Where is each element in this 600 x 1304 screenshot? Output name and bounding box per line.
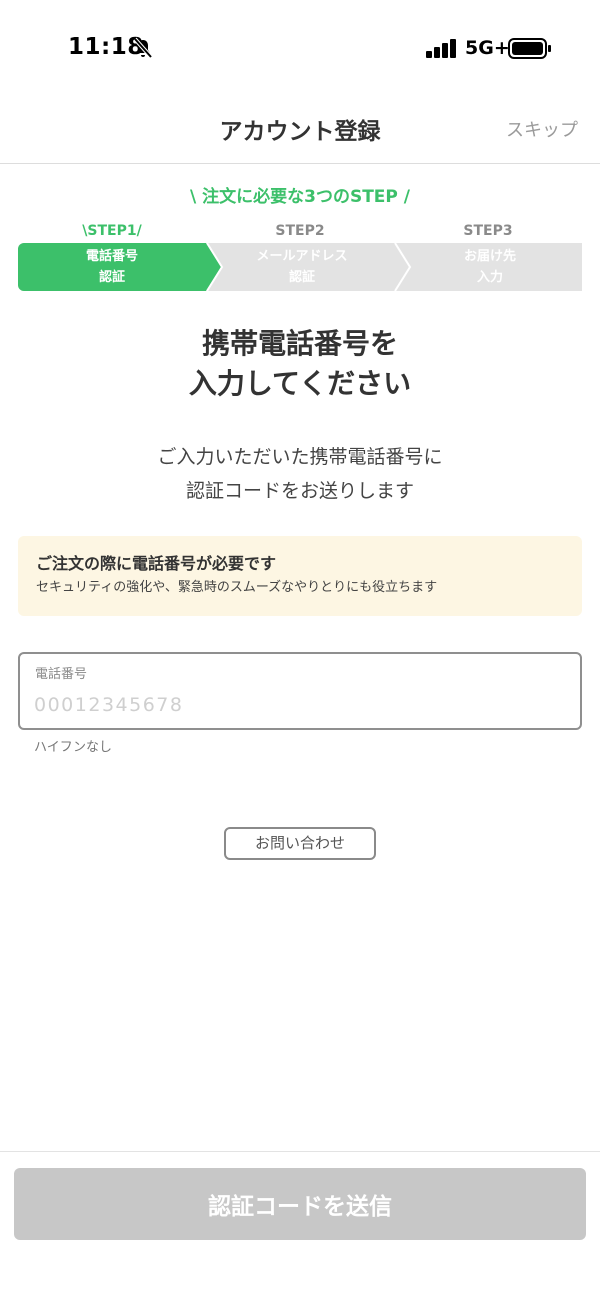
phone-field-label: 電話番号 [35,667,88,682]
step-2-line1: メールアドレス [256,249,348,264]
headline-line1: 携帯電話番号を [201,327,398,360]
step-2-label: メールアドレス 認証 [208,246,396,288]
notice-body: セキュリティの強化や、緊急時のスムーズなやりとりにも役立ちます [36,580,438,595]
battery-icon [508,38,551,59]
phone-input[interactable] [34,690,554,720]
headline-line2: 入力してください [188,367,412,400]
step-3-line2: 入力 [476,270,503,285]
phone-hint: ハイフンなし [34,740,113,755]
nav-header: アカウント登録 スキップ [0,96,600,164]
notice-title: ご注文の際に電話番号が必要です [36,554,277,573]
notice-box: ご注文の際に電話番号が必要です セキュリティの強化や、緊急時のスムーズなやりとり… [18,536,582,616]
step-2-line2: 認証 [288,270,315,285]
steps-banner: \ 注文に必要な3つのSTEP / [190,187,410,207]
main-headline: 携帯電話番号を 入力してください [0,324,600,404]
step-1-label: 電話番号 認証 [18,246,206,288]
subtext-line1: ご入力いただいた携帯電話番号に [157,446,443,468]
bell-muted-icon [133,37,153,59]
phone-field[interactable]: 電話番号 [18,652,582,730]
step-3-line1: お届け先 [463,249,516,264]
description-text: ご入力いただいた携帯電話番号に 認証コードをお送りします [0,440,600,508]
step-captions: \STEP1/ STEP2 STEP3 [18,223,582,243]
signal-icon [426,39,456,58]
step-3-label: お届け先 入力 [396,246,584,288]
step-1-line1: 電話番号 [85,249,138,264]
skip-link[interactable]: スキップ [506,116,578,142]
step-2-caption: STEP2 [275,223,325,239]
step-1-caption: \STEP1/ [82,223,142,239]
status-bar: 11:18 5G+ [0,0,600,96]
footer-bar: 認証コードを送信 [0,1151,600,1304]
step-progress-bar: 電話番号 認証 メールアドレス 認証 お届け先 入力 [18,243,582,291]
step-1-line2: 認証 [98,270,125,285]
contact-button[interactable]: お問い合わせ [224,827,376,860]
send-code-button[interactable]: 認証コードを送信 [14,1168,586,1240]
network-label: 5G+ [465,37,510,59]
subtext-line2: 認証コードをお送りします [185,480,414,502]
step-3-caption: STEP3 [463,223,513,239]
